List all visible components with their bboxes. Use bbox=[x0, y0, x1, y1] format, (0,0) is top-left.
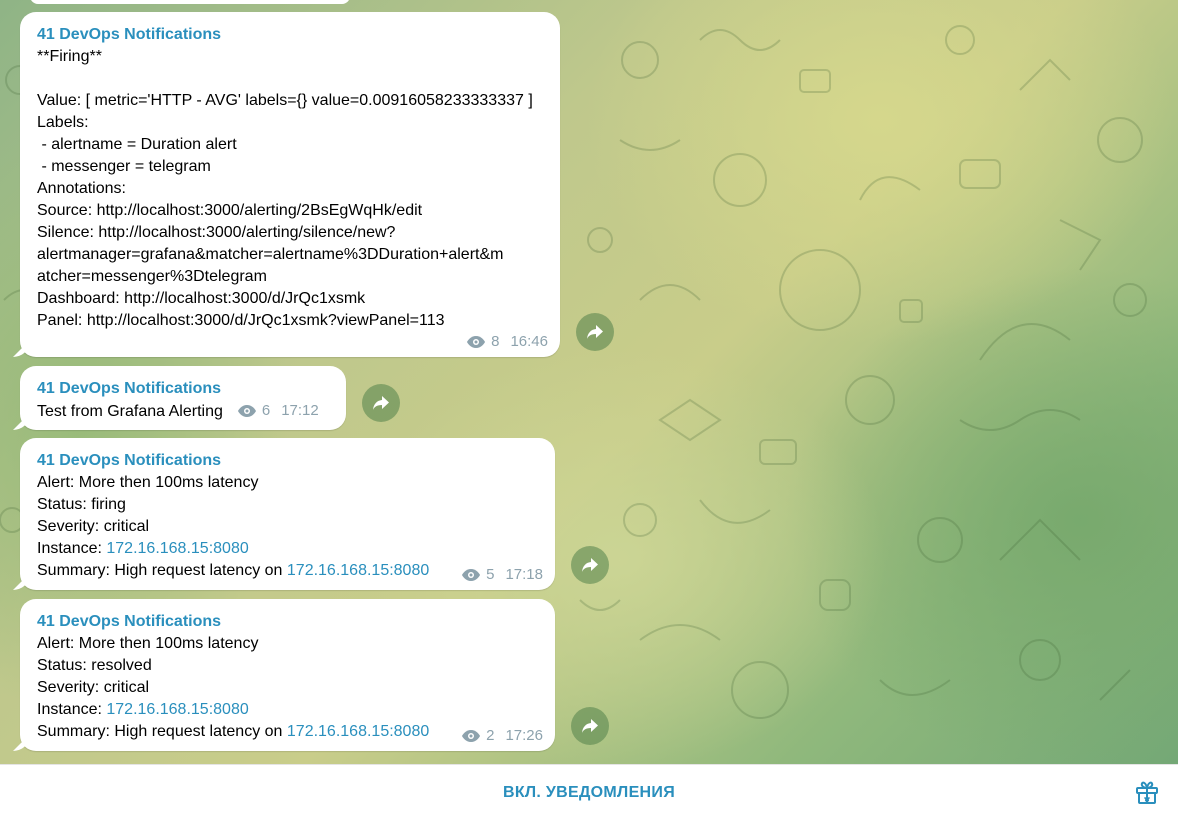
message-line: Instance: 172.16.168.15:8080 bbox=[37, 699, 541, 721]
message-line: Test from Grafana Alerting 6 17:12 bbox=[37, 400, 332, 423]
message-sender[interactable]: 41 DevOps Notifications bbox=[37, 450, 541, 472]
share-arrow-icon bbox=[582, 558, 598, 572]
message-line: alertmanager=grafana&matcher=alertname%3… bbox=[37, 246, 504, 263]
instance-link[interactable]: 172.16.168.15:8080 bbox=[106, 701, 248, 718]
message-time: 17:18 bbox=[505, 566, 543, 583]
unmute-button[interactable]: ВКЛ. УВЕДОМЛЕНИЯ bbox=[0, 765, 1178, 820]
view-count: 6 bbox=[261, 402, 271, 419]
previous-message-edge bbox=[30, 0, 350, 4]
message-bubble[interactable]: 41 DevOps Notifications Alert: More then… bbox=[20, 599, 555, 751]
instance-link[interactable]: 172.16.168.15:8080 bbox=[106, 540, 248, 557]
message-line: - alertname = Duration alert bbox=[37, 136, 237, 153]
message-time: 17:12 bbox=[281, 402, 319, 419]
instance-label: Instance: bbox=[37, 540, 107, 557]
message-meta: 6 17:12 bbox=[237, 400, 319, 422]
share-arrow-icon bbox=[587, 325, 603, 339]
message-bubble[interactable]: 41 DevOps Notifications Alert: More then… bbox=[20, 438, 555, 590]
message-line: Instance: 172.16.168.15:8080 bbox=[37, 538, 541, 560]
message-line: Dashboard: http://localhost:3000/d/JrQc1… bbox=[37, 290, 366, 307]
bottom-bar: ВКЛ. УВЕДОМЛЕНИЯ bbox=[0, 764, 1178, 820]
share-button[interactable] bbox=[576, 313, 614, 351]
message-line: Alert: More then 100ms latency bbox=[37, 635, 259, 652]
telegram-channel-window: 41 DevOps Notifications **Firing** Value… bbox=[0, 0, 1178, 820]
share-arrow-icon bbox=[582, 719, 598, 733]
summary-label: Summary: High request latency on bbox=[37, 562, 287, 579]
eye-icon bbox=[461, 729, 481, 743]
eye-icon bbox=[461, 568, 481, 582]
instance-label: Instance: bbox=[37, 701, 107, 718]
message-line: Alert: More then 100ms latency bbox=[37, 474, 259, 491]
message-time: 16:46 bbox=[510, 333, 548, 350]
message-sender[interactable]: 41 DevOps Notifications bbox=[37, 24, 546, 46]
message-time: 17:26 bbox=[505, 727, 543, 744]
share-button[interactable] bbox=[362, 384, 400, 422]
chat-background[interactable]: 41 DevOps Notifications **Firing** Value… bbox=[0, 0, 1178, 764]
message-line: Severity: critical bbox=[37, 518, 150, 535]
message-meta: 5 17:18 bbox=[461, 566, 543, 584]
eye-icon bbox=[466, 335, 486, 349]
message-line: atcher=messenger%3Dtelegram bbox=[37, 268, 267, 285]
gift-icon[interactable] bbox=[1134, 779, 1160, 805]
view-count: 5 bbox=[486, 566, 495, 583]
eye-icon bbox=[237, 404, 257, 418]
message-text: Test from Grafana Alerting bbox=[37, 403, 223, 420]
message-sender[interactable]: 41 DevOps Notifications bbox=[37, 611, 541, 633]
view-count: 8 bbox=[491, 333, 500, 350]
message-line: Severity: critical bbox=[37, 679, 150, 696]
message-line: **Firing** bbox=[37, 48, 102, 65]
message-line bbox=[37, 68, 546, 90]
message-line: Status: firing bbox=[37, 496, 126, 513]
summary-label: Summary: High request latency on bbox=[37, 723, 287, 740]
message-line: Panel: http://localhost:3000/d/JrQc1xsmk… bbox=[37, 312, 445, 329]
view-count: 2 bbox=[486, 727, 495, 744]
message-line: Annotations: bbox=[37, 180, 126, 197]
message-line: Labels: bbox=[37, 114, 89, 131]
summary-instance-link[interactable]: 172.16.168.15:8080 bbox=[287, 562, 429, 579]
summary-instance-link[interactable]: 172.16.168.15:8080 bbox=[287, 723, 429, 740]
share-button[interactable] bbox=[571, 707, 609, 745]
message-line: Silence: http://localhost:3000/alerting/… bbox=[37, 224, 396, 241]
message-meta: 2 17:26 bbox=[461, 727, 543, 745]
message-line: Source: http://localhost:3000/alerting/2… bbox=[37, 202, 423, 219]
message-sender[interactable]: 41 DevOps Notifications bbox=[37, 378, 332, 400]
message-meta: 8 16:46 bbox=[466, 333, 548, 351]
message-line: - messenger = telegram bbox=[37, 158, 211, 175]
message-line: Value: [ metric='HTTP - AVG' labels={} v… bbox=[37, 92, 533, 109]
message-line: Status: resolved bbox=[37, 657, 152, 674]
share-arrow-icon bbox=[373, 396, 389, 410]
message-bubble[interactable]: 41 DevOps Notifications **Firing** Value… bbox=[20, 12, 560, 357]
message-bubble[interactable]: 41 DevOps Notifications Test from Grafan… bbox=[20, 366, 346, 430]
share-button[interactable] bbox=[571, 546, 609, 584]
